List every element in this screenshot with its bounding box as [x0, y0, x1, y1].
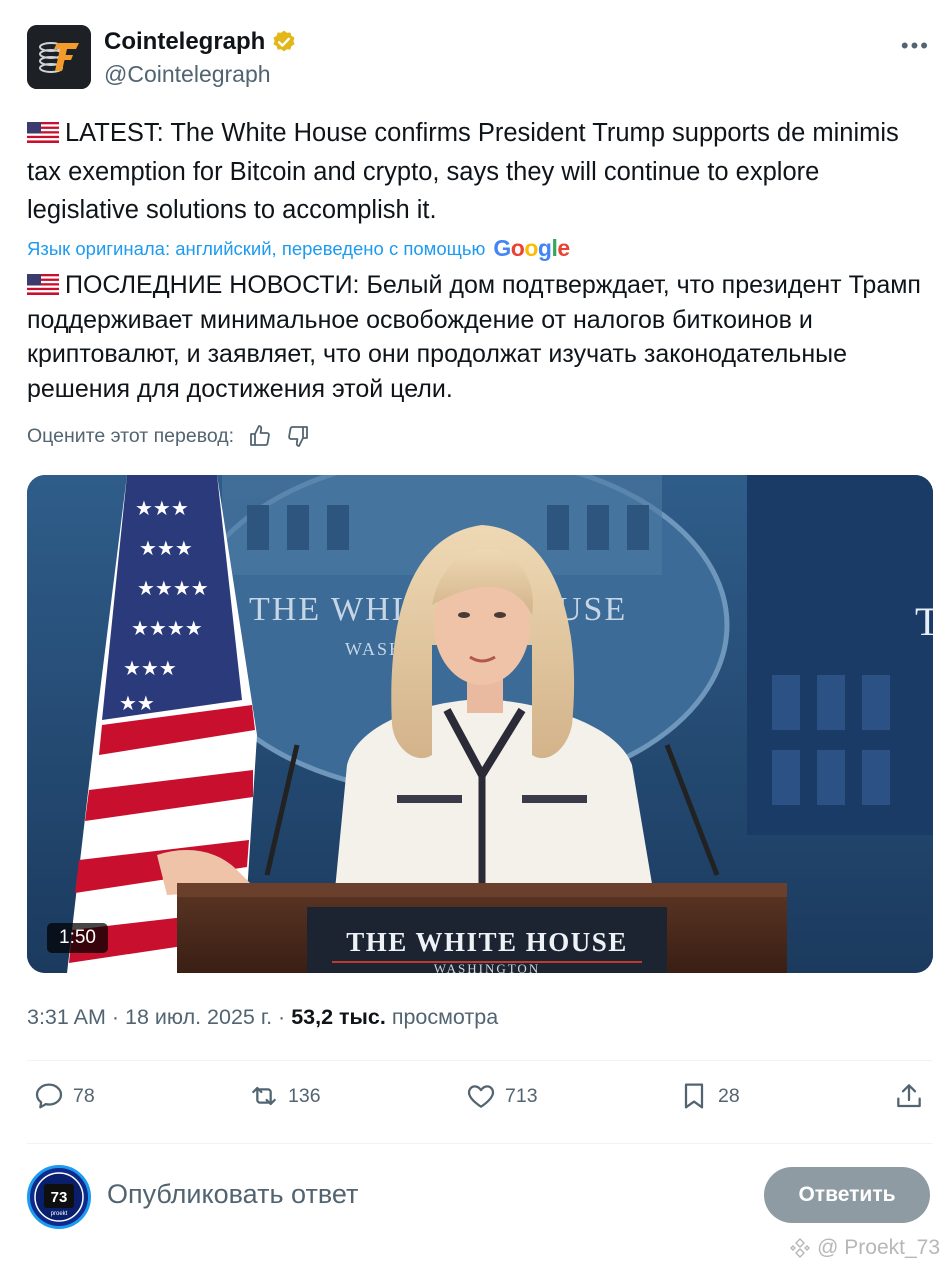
heart-icon	[467, 1085, 495, 1108]
rate-label: Оцените этот перевод:	[27, 424, 235, 447]
like-count: 713	[505, 1084, 538, 1107]
tweet-meta: 3:31 AM · 18 июл. 2025 г. · 53,2 тыс. пр…	[27, 1005, 498, 1030]
us-flag-icon	[27, 274, 59, 295]
podium-sign-text: THE WHITE HOUSE	[346, 927, 628, 957]
watermark: @ Proekt_73	[789, 1236, 940, 1260]
video-player[interactable]: THE WHI USE WASH T ★★★ ★★★ ★★★★ ★★★★ ★★★…	[27, 475, 933, 973]
repost-icon	[252, 1086, 276, 1106]
reply-button[interactable]: Ответить	[764, 1167, 930, 1223]
cointelegraph-logo-icon	[27, 25, 91, 89]
svg-text:★★★: ★★★	[135, 496, 189, 520]
svg-text:★★★★: ★★★★	[137, 576, 209, 600]
divider	[27, 1143, 932, 1144]
thumbs-down-icon[interactable]	[286, 424, 310, 448]
translation-note: Язык оригинала: английский, переведено с…	[27, 235, 570, 262]
bookmark-icon	[684, 1083, 704, 1109]
proekt-logo-icon: 73 proekt	[34, 1172, 84, 1222]
author-avatar[interactable]	[27, 25, 91, 89]
action-bar: 78 136 713 28	[33, 1080, 925, 1120]
svg-text:★★★: ★★★	[123, 656, 177, 680]
user-avatar-text: 73	[51, 1189, 68, 1206]
comment-icon	[35, 1083, 63, 1109]
reply-action[interactable]: 78	[33, 1080, 95, 1112]
svg-text:★★★: ★★★	[139, 536, 193, 560]
views-count: 53,2 тыс.	[291, 1005, 386, 1029]
like-action[interactable]: 713	[465, 1080, 538, 1112]
translated-text: ПОСЛЕДНИЕ НОВОСТИ: Белый дом подтверждае…	[27, 268, 927, 406]
svg-text:THE WHI: THE WHI	[249, 591, 405, 628]
share-icon	[897, 1084, 921, 1108]
bookmark-action[interactable]: 28	[678, 1080, 740, 1112]
meta-separator: ·	[111, 1005, 126, 1029]
watermark-text: @ Proekt_73	[817, 1236, 940, 1259]
verified-badge-icon	[273, 30, 295, 52]
author-block: Cointelegraph @Cointelegraph	[104, 28, 297, 88]
reply-composer: 73 proekt Опубликовать ответ Ответить	[27, 1165, 930, 1229]
svg-text:★★★★: ★★★★	[131, 616, 203, 640]
podium-sign-subtext: WASHINGTON	[434, 961, 540, 973]
tweet-date[interactable]: 18 июл. 2025 г.	[125, 1005, 272, 1029]
video-duration: 1:50	[47, 923, 108, 953]
tweet-header: Cointelegraph @Cointelegraph •••	[27, 25, 930, 89]
more-options-button[interactable]: •••	[901, 33, 930, 59]
meta-separator: ·	[278, 1005, 292, 1029]
svg-text:T: T	[915, 599, 933, 644]
repost-count: 136	[288, 1084, 321, 1107]
svg-text:★★: ★★	[119, 691, 155, 715]
user-avatar-subtext: proekt	[51, 1211, 68, 1217]
video-frame: THE WHI USE WASH T ★★★ ★★★ ★★★★ ★★★★ ★★★…	[27, 475, 933, 973]
reply-count: 78	[73, 1084, 95, 1107]
user-avatar[interactable]: 73 proekt	[27, 1165, 91, 1229]
us-flag-icon	[27, 122, 59, 143]
tweet-time[interactable]: 3:31 AM	[27, 1005, 106, 1029]
google-logo: Google	[493, 235, 570, 261]
tweet-text-body: LATEST: The White House confirms Preside…	[27, 119, 899, 224]
share-action[interactable]	[893, 1080, 925, 1112]
translated-text-body: ПОСЛЕДНИЕ НОВОСТИ: Белый дом подтверждае…	[27, 271, 921, 403]
divider	[27, 1060, 932, 1061]
views-label: просмотра	[391, 1005, 499, 1029]
repost-action[interactable]: 136	[248, 1080, 321, 1112]
tweet-text: LATEST: The White House confirms Preside…	[27, 114, 927, 230]
thumbs-up-icon[interactable]	[248, 424, 272, 448]
author-name[interactable]: Cointelegraph	[104, 28, 265, 56]
author-handle[interactable]: @Cointelegraph	[104, 61, 297, 88]
rate-translation: Оцените этот перевод:	[27, 424, 310, 448]
bookmark-count: 28	[718, 1084, 740, 1107]
translation-note-text: Язык оригинала: английский, переведено с…	[27, 237, 486, 259]
binance-diamond-icon	[790, 1238, 811, 1258]
reply-input[interactable]: Опубликовать ответ	[107, 1179, 358, 1210]
